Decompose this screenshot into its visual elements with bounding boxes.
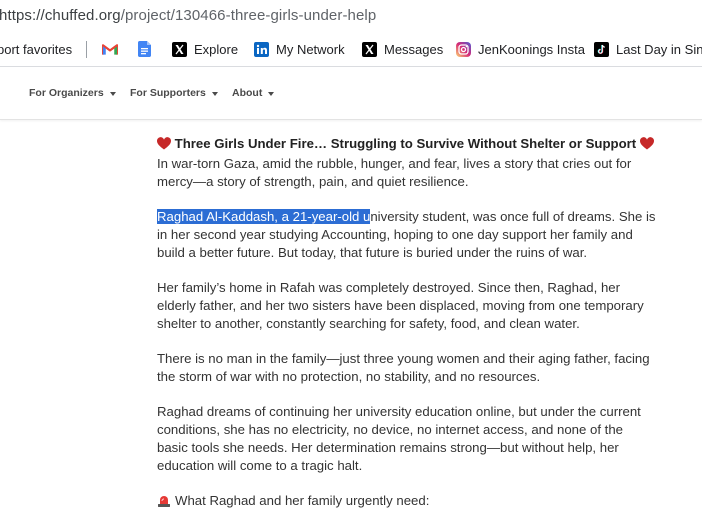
nav-for-supporters[interactable]: For Supporters [130,67,218,119]
campaign-story: Three Girls Under Fire… Struggling to Su… [156,135,657,529]
bookmark-label: Last Day in Singa [616,41,702,57]
heart-icon [639,137,654,155]
bookmarks-separator [86,41,87,58]
url-path: /project/130466-three-girls-under-help [120,7,377,24]
bookmark-label: Explore [194,41,239,57]
story-paragraph: Raghad Al-Kaddash, a 21-year-old univers… [157,208,657,262]
nav-about[interactable]: About [232,67,275,119]
nav-label: For Organizers [29,87,104,99]
google-docs-icon [136,41,152,57]
siren-icon [157,493,171,512]
story-intro: In war-torn Gaza, amid the rubble, hunge… [157,156,632,189]
bookmark-gmail[interactable] [102,32,125,66]
tiktok-icon [593,41,609,57]
x-icon [361,41,377,57]
bookmark-my-network[interactable]: My Network [253,32,345,66]
site-nav: For Organizers For Supporters About [0,67,702,120]
selected-text[interactable]: Raghad Al-Kaddash, a 21-year-old u [157,209,371,224]
bookmark-last-day-in-singa[interactable]: Last Day in Singa [593,32,702,66]
caret-down-icon [109,91,116,96]
bookmark-explore[interactable]: Explore [171,32,238,66]
bookmark-label: My Network [276,41,345,57]
bookmark-jenkoonings-insta[interactable]: JenKoonings Insta [455,32,585,66]
x-icon [171,41,187,57]
story-title: Three Girls Under Fire… Struggling to Su… [174,136,637,151]
gmail-icon [102,41,118,57]
caret-down-icon [211,91,218,96]
bookmark-messages[interactable]: Messages [361,32,443,66]
needs-heading: What Raghad and her family urgently need… [175,493,430,508]
bookmark-label: Messages [384,41,444,57]
needs-heading-line: What Raghad and her family urgently need… [157,492,657,512]
linkedin-icon [253,41,269,57]
address-bar[interactable]: https://chuffed.org/project/130466-three… [0,0,702,32]
nav-for-organizers[interactable]: For Organizers [29,67,116,119]
story-paragraph: There is no man in the family—just three… [157,351,650,384]
url-host: https://chuffed.org [0,7,121,24]
bookmark-port-favorites[interactable]: port favorites [0,32,72,66]
instagram-icon [455,41,471,57]
story-title-line: Three Girls Under Fire… Struggling to Su… [156,135,657,155]
heart-icon [156,137,172,155]
nav-label: For Supporters [130,87,206,99]
url-text[interactable]: https://chuffed.org/project/130466-three… [0,7,376,24]
nav-label: About [232,87,263,99]
story-paragraph: Raghad dreams of continuing her universi… [157,404,641,473]
bookmark-label: JenKoonings Insta [478,41,585,57]
story-paragraph: Her family’s home in Rafah was completel… [157,280,644,331]
bookmark-label: port favorites [0,41,73,57]
bookmarks-bar: port favorites Explore My Network Messag… [0,32,702,67]
caret-down-icon [268,91,275,96]
bookmark-google-docs[interactable] [136,32,159,66]
